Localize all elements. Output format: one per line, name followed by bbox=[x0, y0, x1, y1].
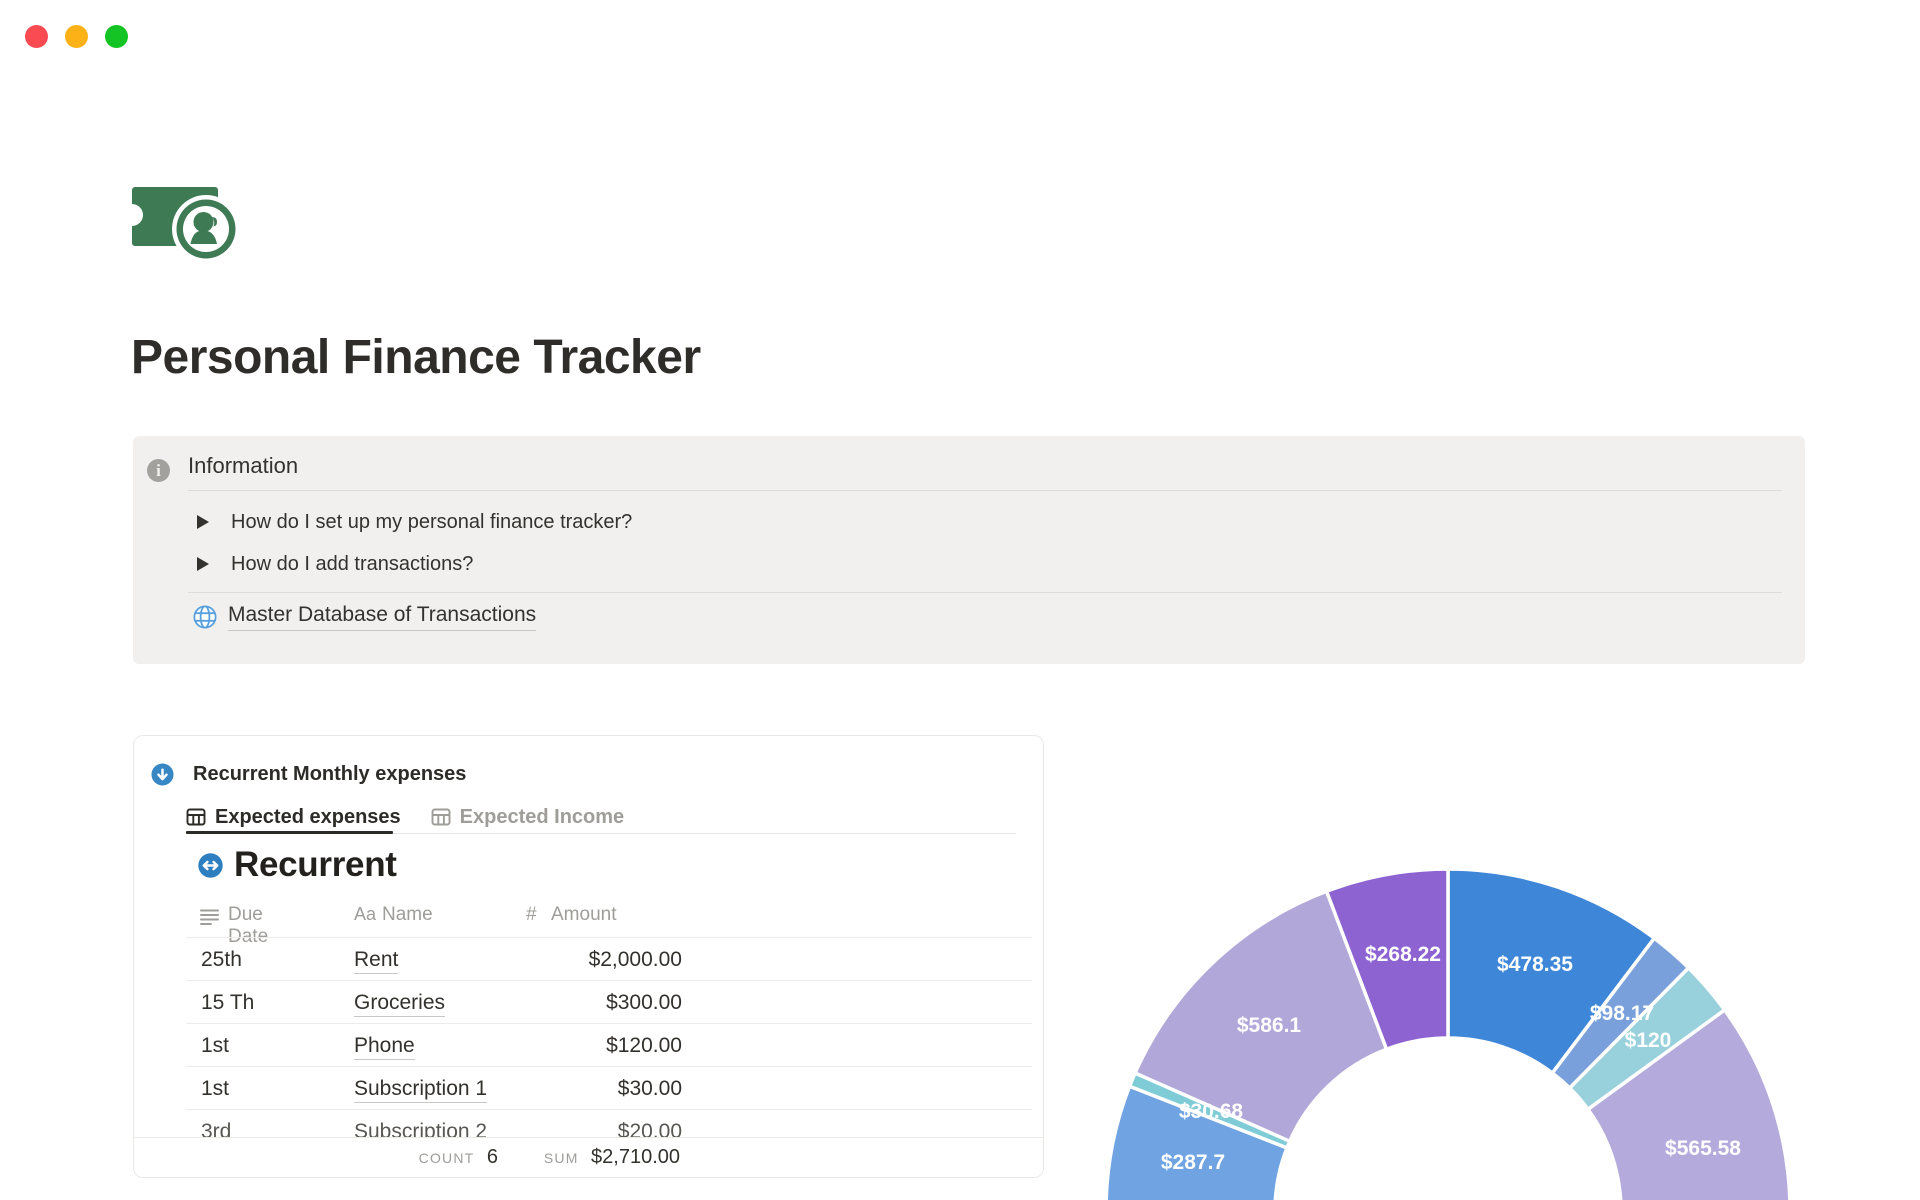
tab-label[interactable]: Expected Income bbox=[460, 806, 625, 829]
cell-amount[interactable]: $2,000.00 bbox=[464, 938, 682, 981]
cell-due-date[interactable]: 1st bbox=[201, 1067, 229, 1110]
cell-amount[interactable]: $30.00 bbox=[464, 1067, 682, 1110]
info-icon: i bbox=[147, 459, 170, 482]
text-lines-icon bbox=[200, 909, 219, 925]
count-aggregate[interactable]: COUNT 6 bbox=[364, 1138, 498, 1177]
column-header-amount[interactable]: Amount bbox=[551, 904, 616, 926]
toggle-triangle-icon[interactable] bbox=[197, 515, 209, 529]
notion-page: { "window": { "traffic_lights": { "close… bbox=[0, 0, 1920, 1200]
database-header: Recurrent Monthly expenses bbox=[151, 763, 466, 786]
slice-value-label: $287.7 bbox=[1161, 1151, 1225, 1174]
sum-aggregate[interactable]: SUM $2,710.00 bbox=[514, 1138, 680, 1177]
banknote-icon bbox=[121, 187, 240, 263]
toggle-setup-question[interactable]: How do I set up my personal finance trac… bbox=[197, 506, 632, 538]
cell-amount[interactable]: $120.00 bbox=[464, 1024, 682, 1067]
window-controls bbox=[25, 25, 128, 48]
sum-label: SUM bbox=[543, 1150, 579, 1166]
slice-value-label: $565.58 bbox=[1665, 1137, 1741, 1160]
view-title[interactable]: Recurrent bbox=[234, 845, 397, 885]
cell-name[interactable]: Phone bbox=[354, 1024, 415, 1067]
column-header-name[interactable]: Name bbox=[382, 904, 433, 926]
table-row-clipped[interactable]: 3rd Subscription 2 $20.00 bbox=[134, 1110, 1043, 1138]
expenses-donut-chart: $478.35 $98.17 $120 $565.58 $287.7 $30.68 $586… bbox=[1104, 867, 1792, 1200]
slice-value-label: $478.35 bbox=[1497, 953, 1573, 976]
recurrent-expenses-database: Recurrent Monthly expenses Expected expe… bbox=[133, 735, 1044, 1178]
cell-amount[interactable]: $300.00 bbox=[464, 981, 682, 1024]
arrow-down-circle-icon bbox=[151, 763, 174, 786]
cell-name[interactable]: Groceries bbox=[354, 981, 446, 1024]
tab-expected-income[interactable]: Expected Income bbox=[431, 806, 625, 829]
cell-due-date[interactable]: 15 Th bbox=[201, 981, 254, 1024]
toggle-triangle-icon[interactable] bbox=[197, 557, 209, 571]
slice-value-label: $268.22 bbox=[1365, 943, 1441, 966]
divider bbox=[188, 592, 1782, 593]
table-row[interactable]: 1st Phone $120.00 bbox=[134, 1024, 1043, 1067]
table-icon bbox=[186, 808, 206, 826]
arrows-left-right-circle-icon bbox=[198, 852, 223, 878]
information-callout: i Information How do I set up my persona… bbox=[133, 436, 1805, 664]
view-tabs: Expected expenses Expected Income bbox=[186, 802, 624, 832]
page-icon[interactable] bbox=[121, 181, 242, 268]
page-title: Personal Finance Tracker bbox=[131, 331, 701, 384]
active-tab-underline bbox=[186, 831, 393, 834]
globe-icon bbox=[193, 605, 217, 629]
table-icon bbox=[431, 808, 451, 826]
sum-value: $2,710.00 bbox=[591, 1146, 680, 1168]
table-footer: COUNT 6 SUM $2,710.00 bbox=[134, 1137, 1043, 1177]
cell-name[interactable]: Rent bbox=[354, 938, 399, 981]
cell-due-date[interactable]: 3rd bbox=[201, 1110, 231, 1138]
tab-expected-expenses[interactable]: Expected expenses bbox=[186, 806, 401, 829]
slice-value-label: $30.68 bbox=[1179, 1100, 1244, 1123]
minimize-button[interactable] bbox=[65, 25, 88, 48]
database-title[interactable]: Recurrent Monthly expenses bbox=[193, 763, 466, 786]
toggle-add-transactions-question[interactable]: How do I add transactions? bbox=[197, 548, 473, 580]
number-hash-icon: # bbox=[526, 904, 537, 925]
cell-due-date[interactable]: 25th bbox=[201, 938, 242, 981]
slice-value-label: $120 bbox=[1625, 1029, 1672, 1052]
count-label: COUNT bbox=[418, 1150, 475, 1166]
master-database-link[interactable]: Master Database of Transactions bbox=[192, 603, 537, 631]
cell-amount[interactable]: $20.00 bbox=[464, 1110, 682, 1138]
tab-label[interactable]: Expected expenses bbox=[215, 806, 401, 829]
link-label[interactable]: Master Database of Transactions bbox=[228, 603, 537, 631]
cell-due-date[interactable]: 1st bbox=[201, 1024, 229, 1067]
count-value: 6 bbox=[486, 1146, 498, 1168]
table-row[interactable]: 1st Subscription 1 $30.00 bbox=[134, 1067, 1043, 1110]
slice-value-label: $586.1 bbox=[1237, 1014, 1302, 1037]
slice-value-label: $98.17 bbox=[1590, 1002, 1654, 1025]
title-Aa-icon: Aa bbox=[354, 904, 377, 924]
toggle-label[interactable]: How do I set up my personal finance trac… bbox=[231, 511, 632, 534]
close-button[interactable] bbox=[25, 25, 48, 48]
view-header: Recurrent bbox=[198, 845, 397, 885]
toggle-label[interactable]: How do I add transactions? bbox=[231, 553, 473, 576]
table-row[interactable]: 25th Rent $2,000.00 bbox=[134, 938, 1043, 981]
divider bbox=[188, 490, 1782, 491]
zoom-button[interactable] bbox=[105, 25, 128, 48]
callout-title: Information bbox=[188, 453, 299, 478]
table-row[interactable]: 15 Th Groceries $300.00 bbox=[134, 981, 1043, 1024]
